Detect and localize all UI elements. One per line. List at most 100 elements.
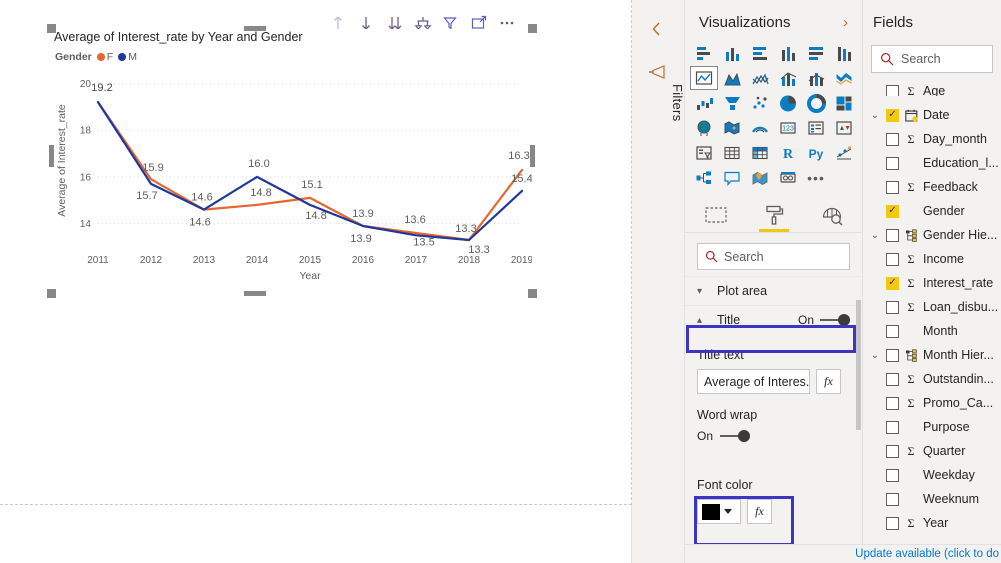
expand-filters-chevron-icon[interactable] [646, 18, 668, 40]
viz-type-line-chart[interactable] [690, 66, 718, 90]
field-checkbox[interactable] [886, 205, 899, 218]
field-date[interactable]: ⌄Date [863, 103, 1001, 127]
viz-type-scatter-chart[interactable] [746, 91, 774, 115]
word-wrap-toggle-switch[interactable] [720, 430, 750, 442]
viz-type-table[interactable] [718, 141, 746, 165]
line-chart-visual[interactable]: Average of Interest_rate by Year and Gen… [52, 29, 532, 293]
viz-type-line-and-clustered-column-chart[interactable] [802, 66, 830, 90]
viz-type-stacked-column-chart[interactable] [718, 41, 746, 65]
report-canvas[interactable]: Average of Interest_rate by Year and Gen… [0, 0, 632, 563]
format-section-plot-area[interactable]: ▾ Plot area [685, 276, 862, 305]
field-day-month[interactable]: ΣDay_month [863, 127, 1001, 151]
field-interest-rate[interactable]: ΣInterest_rate [863, 271, 1001, 295]
field-checkbox[interactable] [886, 277, 899, 290]
field-loan-disbursed[interactable]: ΣLoan_disbu... [863, 295, 1001, 319]
viz-type-map[interactable] [690, 116, 718, 140]
field-feedback[interactable]: ΣFeedback [863, 175, 1001, 199]
viz-type-arcgis-maps[interactable] [746, 166, 774, 190]
format-section-title[interactable]: ▴ Title On [685, 305, 862, 334]
field-checkbox[interactable] [886, 493, 899, 506]
viz-type-decomposition-tree[interactable] [690, 166, 718, 190]
field-checkbox[interactable] [886, 517, 899, 530]
field-income[interactable]: ΣIncome [863, 247, 1001, 271]
field-checkbox[interactable] [886, 421, 899, 434]
fields-list[interactable]: ΣAge⌄DateΣDay_monthEducation_l...ΣFeedba… [863, 77, 1001, 531]
viz-type-hundred-percent-stacked-column-chart[interactable] [830, 41, 858, 65]
field-checkbox[interactable] [886, 229, 899, 242]
fields-search-input[interactable]: Search [871, 45, 993, 73]
field-gender[interactable]: Gender [863, 199, 1001, 223]
field-checkbox[interactable] [886, 301, 899, 314]
update-available-link[interactable]: Update available (click to do [855, 548, 999, 560]
viz-type-key-influencers[interactable] [830, 141, 858, 165]
title-text-input[interactable]: Average of Interes... [697, 369, 810, 394]
viz-type-hundred-percent-stacked-bar-chart[interactable] [802, 41, 830, 65]
viz-type-clustered-column-chart[interactable] [774, 41, 802, 65]
field-weeknum[interactable]: Weeknum [863, 487, 1001, 511]
viz-type-treemap[interactable] [830, 91, 858, 115]
field-weekday[interactable]: Weekday [863, 463, 1001, 487]
viz-type-stacked-bar-chart[interactable] [690, 41, 718, 65]
field-checkbox[interactable] [886, 349, 899, 362]
word-wrap-toggle[interactable]: On [697, 429, 850, 443]
field-checkbox[interactable] [886, 373, 899, 386]
viz-type-donut-chart[interactable] [802, 91, 830, 115]
viz-type-slicer[interactable] [690, 141, 718, 165]
title-toggle[interactable]: On [798, 313, 850, 327]
fields-tab[interactable] [699, 202, 733, 232]
field-checkbox[interactable] [886, 445, 899, 458]
field-checkbox[interactable] [886, 469, 899, 482]
field-gender-hierarchy[interactable]: ⌄Gender Hie... [863, 223, 1001, 247]
chart-plot-area[interactable]: 1416182020112012201320142015201620172018… [52, 29, 532, 293]
viz-type-r-script-visual[interactable]: R [774, 141, 802, 165]
viz-type-paginated-report[interactable] [774, 166, 802, 190]
viz-type-matrix[interactable] [746, 141, 774, 165]
field-outstanding[interactable]: ΣOutstandin... [863, 367, 1001, 391]
font-color-fx-button[interactable]: fx [747, 499, 772, 524]
viz-type-kpi[interactable] [830, 116, 858, 140]
analytics-tab[interactable] [815, 202, 849, 232]
viz-type-card[interactable]: 123 [774, 116, 802, 140]
viz-type-filled-map[interactable] [718, 116, 746, 140]
viz-type-waterfall-chart[interactable] [690, 91, 718, 115]
field-purpose[interactable]: Purpose [863, 415, 1001, 439]
chevron-down-icon[interactable]: ⌄ [869, 230, 881, 241]
viz-type-funnel-chart[interactable] [718, 91, 746, 115]
field-checkbox[interactable] [886, 157, 899, 170]
title-text-fx-button[interactable]: fx [816, 369, 841, 394]
viz-type-arcgis-map[interactable] [746, 116, 774, 140]
title-settings-group: Title text Average of Interes... fx Word… [685, 348, 862, 524]
format-tab[interactable] [757, 202, 791, 232]
viz-type-clustered-bar-chart[interactable] [746, 41, 774, 65]
field-checkbox[interactable] [886, 181, 899, 194]
viz-type-stacked-area-chart[interactable] [746, 66, 774, 90]
viz-type-area-chart[interactable] [718, 66, 746, 90]
font-color-picker[interactable] [697, 499, 741, 524]
field-checkbox[interactable] [886, 133, 899, 146]
collapse-visualizations-chevron-icon[interactable]: › [843, 14, 848, 31]
viz-type-pie-chart[interactable] [774, 91, 802, 115]
field-checkbox[interactable] [886, 325, 899, 338]
format-search-input[interactable]: Search [697, 243, 850, 270]
field-checkbox[interactable] [886, 109, 899, 122]
viz-type-python-visual[interactable]: Py [802, 141, 830, 165]
viz-type-multi-row-card[interactable] [802, 116, 830, 140]
viz-type-line-and-stacked-column-chart[interactable] [774, 66, 802, 90]
svg-text:123: 123 [782, 125, 794, 132]
field-year[interactable]: ΣYear [863, 511, 1001, 531]
field-quarter[interactable]: ΣQuarter [863, 439, 1001, 463]
field-checkbox[interactable] [886, 397, 899, 410]
viz-type-get-more-visuals[interactable]: ••• [802, 166, 830, 190]
format-pane-scrollbar[interactable] [856, 300, 861, 430]
field-month[interactable]: Month [863, 319, 1001, 343]
field-checkbox[interactable] [886, 253, 899, 266]
viz-type-qna-visual[interactable] [718, 166, 746, 190]
chevron-down-icon[interactable]: ⌄ [869, 350, 881, 361]
field-education-level[interactable]: Education_l... [863, 151, 1001, 175]
chevron-down-icon[interactable]: ⌄ [869, 110, 881, 121]
field-promo-campaign[interactable]: ΣPromo_Ca... [863, 391, 1001, 415]
field-month-hierarchy[interactable]: ⌄Month Hier... [863, 343, 1001, 367]
viz-type-ribbon-chart[interactable] [830, 66, 858, 90]
filters-pane-collapsed[interactable]: Filters [632, 0, 685, 563]
title-toggle-switch[interactable] [820, 314, 850, 326]
